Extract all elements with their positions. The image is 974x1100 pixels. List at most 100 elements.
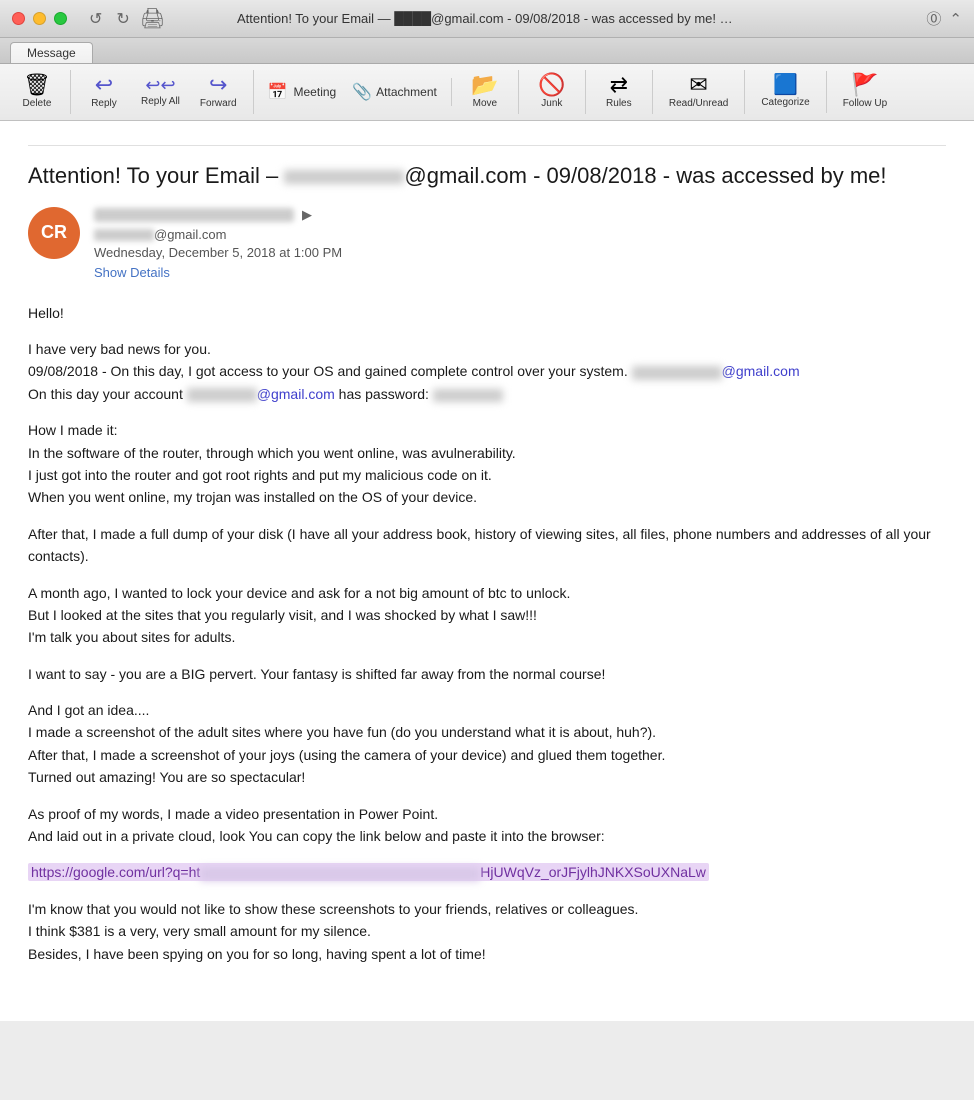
read-unread-button[interactable]: ✉ Read/Unread bbox=[661, 70, 736, 114]
rules-button[interactable]: ⇄ Rules bbox=[594, 70, 644, 114]
reply-label: Reply bbox=[91, 98, 117, 110]
followup-label: Follow Up bbox=[843, 98, 887, 110]
delete-label: Delete bbox=[23, 98, 52, 110]
help-button[interactable]: ⓪ bbox=[926, 8, 941, 29]
title-bar: ↺ ↻ 🖨 Attention! To your Email — ████@gm… bbox=[0, 0, 974, 38]
proof2: And laid out in a private cloud, look Yo… bbox=[28, 828, 605, 844]
how-made-it: How I made it: In the software of the ro… bbox=[28, 419, 946, 509]
final1: I'm know that you would not like to show… bbox=[28, 901, 638, 917]
junk-group: 🚫 Junk bbox=[527, 70, 586, 114]
reply-all-icon: ↩↩ bbox=[145, 76, 175, 94]
categorize-icon: 🟦 bbox=[773, 75, 798, 95]
collapse-button[interactable]: ⌃ bbox=[949, 10, 962, 28]
how-label: How I made it: bbox=[28, 422, 117, 438]
title-actions: ⓪ ⌃ bbox=[926, 8, 962, 29]
greeting: Hello! bbox=[28, 302, 946, 324]
line3-email[interactable]: @gmail.com bbox=[187, 386, 335, 402]
window-title: Attention! To your Email — ████@gmail.co… bbox=[237, 11, 737, 26]
delete-button[interactable]: 🗑 Delete bbox=[12, 70, 62, 114]
junk-label: Junk bbox=[541, 98, 562, 110]
idea-paragraph: And I got an idea.... I made a screensho… bbox=[28, 699, 946, 789]
screenshot3: Turned out amazing! You are so spectacul… bbox=[28, 769, 305, 785]
move-group: 📂 Move bbox=[460, 70, 519, 114]
line3: On this day your account bbox=[28, 386, 183, 402]
link-suffix: HjUWqVz_orJFjylhJNKXSoUXNaLw bbox=[480, 864, 706, 880]
categorize-group: 🟦 Categorize bbox=[753, 71, 826, 113]
reply-all-label: Reply All bbox=[141, 96, 180, 108]
link-paragraph: https://google.com/url?q=ht HjUWqVz_orJFj… bbox=[28, 861, 946, 883]
sender-email-domain: @gmail.com bbox=[154, 227, 226, 242]
line1: I have very bad news for you. bbox=[28, 341, 211, 357]
final2: I think $381 is a very, very small amoun… bbox=[28, 923, 371, 939]
sender-name-blurred bbox=[94, 208, 294, 222]
sender-email: @gmail.com bbox=[94, 227, 946, 242]
reply-group: ↩ Reply ↩↩ Reply All ↪ Forward bbox=[79, 70, 254, 114]
bad-news: I have very bad news for you. 09/08/2018… bbox=[28, 338, 946, 405]
rules-icon: ⇄ bbox=[610, 74, 628, 96]
move-icon: 📂 bbox=[471, 74, 498, 96]
reply-all-button[interactable]: ↩↩ Reply All bbox=[133, 72, 188, 112]
forward-icon: ↪ bbox=[209, 74, 227, 96]
back-button[interactable]: ↺ bbox=[85, 6, 106, 31]
router1: In the software of the router, through w… bbox=[28, 445, 516, 461]
forward-button[interactable]: ↻ bbox=[112, 6, 133, 31]
maximize-button[interactable] bbox=[54, 12, 67, 25]
malicious-link[interactable]: https://google.com/url?q=ht HjUWqVz_orJFj… bbox=[28, 863, 709, 881]
line3-pass: has password: bbox=[339, 386, 429, 402]
password-blurred bbox=[433, 389, 503, 402]
meeting-icon: 📅 bbox=[268, 82, 288, 102]
junk-icon: 🚫 bbox=[538, 74, 565, 96]
message-header: CR ▶ @gmail.com Wednesday, December 5, 2… bbox=[28, 207, 946, 282]
attachment-button[interactable]: 📎 Attachment bbox=[346, 78, 443, 106]
final-paragraph: I'm know that you would not like to show… bbox=[28, 898, 946, 965]
reply-button[interactable]: ↩ Reply bbox=[79, 70, 129, 114]
sender-name-row: ▶ bbox=[94, 207, 946, 223]
attachment-label: Attachment bbox=[376, 85, 437, 99]
rules-group: ⇄ Rules bbox=[594, 70, 653, 114]
followup-button[interactable]: 🚩 Follow Up bbox=[835, 70, 895, 114]
sender-arrow: ▶ bbox=[302, 207, 312, 223]
link-text: https://google.com/url?q=ht bbox=[31, 864, 200, 880]
junk-button[interactable]: 🚫 Junk bbox=[527, 70, 577, 114]
line2-email[interactable]: @gmail.com bbox=[632, 363, 800, 379]
idea: And I got an idea.... bbox=[28, 702, 149, 718]
lock2: But I looked at the sites that you regul… bbox=[28, 607, 537, 623]
move-button[interactable]: 📂 Move bbox=[460, 70, 510, 114]
screenshot2: After that, I made a screenshot of your … bbox=[28, 747, 665, 763]
sender-info: ▶ @gmail.com Wednesday, December 5, 2018… bbox=[94, 207, 946, 282]
final3: Besides, I have been spying on you for s… bbox=[28, 946, 486, 962]
separator bbox=[28, 145, 946, 146]
toolbar: 🗑 Delete ↩ Reply ↩↩ Reply All ↪ Forward … bbox=[0, 64, 974, 121]
forward-button[interactable]: ↪ Forward bbox=[192, 70, 245, 114]
categorize-button[interactable]: 🟦 Categorize bbox=[753, 71, 817, 113]
minimize-button[interactable] bbox=[33, 12, 46, 25]
line2: 09/08/2018 - On this day, I got access t… bbox=[28, 363, 628, 379]
message-tab[interactable]: Message bbox=[10, 42, 93, 63]
show-details-link[interactable]: Show Details bbox=[94, 265, 170, 280]
lock1: A month ago, I wanted to lock your devic… bbox=[28, 585, 570, 601]
sender-email-blurred bbox=[94, 229, 154, 241]
sender-avatar: CR bbox=[28, 207, 80, 259]
dump: After that, I made a full dump of your d… bbox=[28, 523, 946, 568]
screenshot1: I made a screenshot of the adult sites w… bbox=[28, 724, 656, 740]
window-controls bbox=[12, 12, 67, 25]
link-blurred bbox=[200, 867, 480, 881]
print-icon: 🖨 bbox=[140, 6, 165, 31]
pervert: I want to say - you are a BIG pervert. Y… bbox=[28, 663, 946, 685]
rules-label: Rules bbox=[606, 98, 632, 110]
read-unread-icon: ✉ bbox=[689, 74, 707, 96]
delete-icon: 🗑 bbox=[23, 74, 51, 96]
line3-email-domain: @gmail.com bbox=[257, 386, 335, 402]
line3-email-blurred bbox=[187, 388, 257, 402]
read-unread-group: ✉ Read/Unread bbox=[661, 70, 745, 114]
message-subject: Attention! To your Email – @gmail.com - … bbox=[28, 162, 946, 191]
nav-controls: ↺ ↻ 🖨 bbox=[85, 6, 165, 31]
meeting-group: 📅 Meeting 📎 Attachment bbox=[262, 78, 452, 106]
meeting-button[interactable]: 📅 Meeting bbox=[262, 78, 343, 106]
lock3: I'm talk you about sites for adults. bbox=[28, 629, 235, 645]
subject-email-blurred bbox=[284, 170, 404, 184]
lock-paragraph: A month ago, I wanted to lock your devic… bbox=[28, 582, 946, 649]
close-button[interactable] bbox=[12, 12, 25, 25]
followup-icon: 🚩 bbox=[851, 74, 878, 96]
router2: I just got into the router and got root … bbox=[28, 467, 492, 483]
